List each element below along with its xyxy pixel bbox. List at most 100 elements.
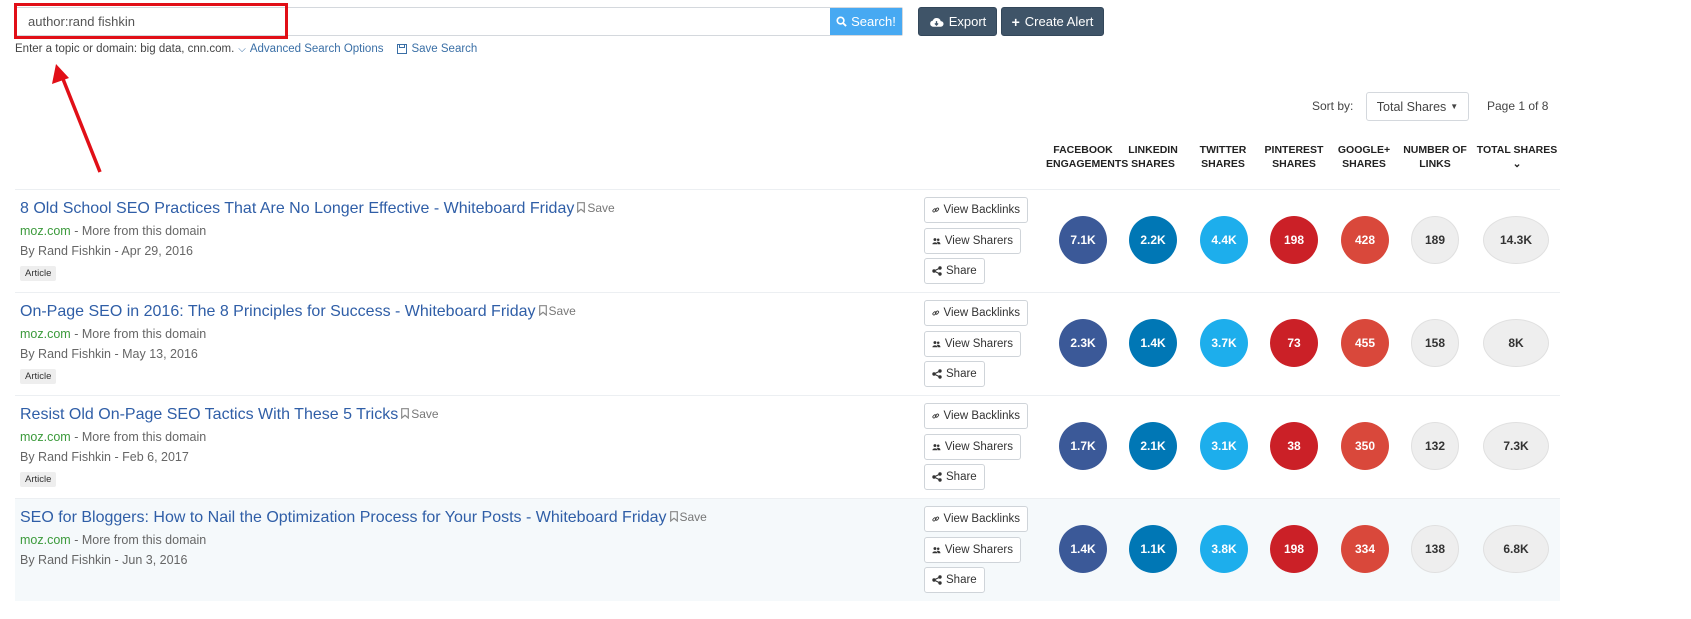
view-backlinks-button-label: View Backlinks xyxy=(943,513,1021,525)
domain-line: moz.com - More from this domain xyxy=(20,224,206,238)
view-sharers-button[interactable]: View Sharers xyxy=(924,331,1021,357)
domain-link[interactable]: moz.com xyxy=(20,430,71,444)
search-button-label: Search! xyxy=(851,14,896,29)
view-sharers-button-label: View Sharers xyxy=(944,235,1013,247)
advanced-search-link[interactable]: Advanced Search Options xyxy=(250,43,384,55)
share-icon xyxy=(932,575,942,585)
total-count: 6.8K xyxy=(1483,525,1549,573)
save-label: Save xyxy=(548,303,576,318)
users-icon xyxy=(932,444,941,451)
view-sharers-button[interactable]: View Sharers xyxy=(924,434,1021,460)
result-title-line: Resist Old On-Page SEO Tactics With Thes… xyxy=(20,406,439,424)
view-sharers-button[interactable]: View Sharers xyxy=(924,537,1021,563)
save-icon xyxy=(397,44,408,54)
domain-line: moz.com - More from this domain xyxy=(20,533,206,547)
save-label: Save xyxy=(679,509,707,524)
col-google-l1: Google+ xyxy=(1337,144,1391,156)
sort-selected: Total Shares xyxy=(1376,99,1447,114)
share-icon xyxy=(932,266,942,276)
col-linkedin-l1: Linkedin xyxy=(1128,144,1178,156)
result-row: 8 Old School SEO Practices That Are No L… xyxy=(15,189,1560,292)
col-links-l2: Links xyxy=(1419,158,1451,170)
chevron-down-icon: ⌄ xyxy=(1512,158,1522,170)
facebook-count: 7.1K xyxy=(1059,216,1107,264)
content-type-badge: Article xyxy=(20,472,57,487)
twitter-count: 3.8K xyxy=(1200,525,1248,573)
twitter-count: 3.7K xyxy=(1200,319,1248,367)
export-label: Export xyxy=(948,14,987,29)
save-article-button[interactable]: Save xyxy=(577,201,615,215)
domain-link[interactable]: moz.com xyxy=(20,224,71,238)
col-google[interactable]: Google+ Shares xyxy=(1326,143,1402,171)
share-button-label: Share xyxy=(946,368,977,380)
share-button[interactable]: Share xyxy=(924,567,985,593)
share-button-label: Share xyxy=(946,265,977,277)
result-title-line: 8 Old School SEO Practices That Are No L… xyxy=(20,200,615,218)
more-from-domain-link[interactable]: - More from this domain xyxy=(74,430,206,444)
col-facebook[interactable]: Facebook Engagements xyxy=(1046,143,1128,171)
facebook-count: 2.3K xyxy=(1059,319,1107,367)
col-google-l2: Shares xyxy=(1342,158,1386,170)
view-backlinks-button[interactable]: View Backlinks xyxy=(924,403,1028,429)
view-sharers-button[interactable]: View Sharers xyxy=(924,228,1021,254)
col-total[interactable]: Total Shares ⌄ xyxy=(1473,143,1561,171)
save-article-button[interactable]: Save xyxy=(401,406,439,421)
total-count: 14.3K xyxy=(1483,216,1549,264)
col-twitter-l1: Twitter xyxy=(1199,144,1247,156)
result-title-link[interactable]: On-Page SEO in 2016: The 8 Principles fo… xyxy=(20,303,536,321)
result-title-link[interactable]: Resist Old On-Page SEO Tactics With Thes… xyxy=(20,406,398,424)
search-hint-text: Enter a topic or domain: big data, cnn.c… xyxy=(15,43,235,55)
pinterest-count: 198 xyxy=(1270,525,1318,573)
domain-line: moz.com - More from this domain xyxy=(20,327,206,341)
result-row: On-Page SEO in 2016: The 8 Principles fo… xyxy=(15,292,1560,395)
domain-link[interactable]: moz.com xyxy=(20,533,71,547)
bookmark-icon xyxy=(538,305,547,316)
col-pinterest[interactable]: Pinterest Shares xyxy=(1256,143,1332,171)
domain-link[interactable]: moz.com xyxy=(20,327,71,341)
col-links[interactable]: Number of Links xyxy=(1397,143,1473,171)
linkedin-count: 2.2K xyxy=(1129,216,1177,264)
links-count: 189 xyxy=(1411,216,1459,264)
result-row: Resist Old On-Page SEO Tactics With Thes… xyxy=(15,395,1560,498)
more-from-domain-link[interactable]: - More from this domain xyxy=(74,224,206,238)
share-button[interactable]: Share xyxy=(924,361,985,387)
sort-select[interactable]: Total Shares ▼ xyxy=(1366,92,1469,121)
view-sharers-button-label: View Sharers xyxy=(944,338,1013,350)
export-button[interactable]: Export xyxy=(918,7,997,36)
share-button[interactable]: Share xyxy=(924,258,985,284)
link-icon xyxy=(932,516,940,522)
result-title-link[interactable]: SEO for Bloggers: How to Nail the Optimi… xyxy=(20,509,667,527)
col-facebook-l1: Facebook xyxy=(1053,144,1113,156)
link-icon xyxy=(932,207,940,213)
col-links-l1: Number of xyxy=(1403,144,1467,156)
col-twitter[interactable]: Twitter Shares xyxy=(1185,143,1261,171)
save-label: Save xyxy=(411,406,439,421)
col-linkedin-l2: Shares xyxy=(1131,158,1175,170)
search-input[interactable] xyxy=(16,8,830,35)
result-title-link[interactable]: 8 Old School SEO Practices That Are No L… xyxy=(20,200,574,218)
chevron-down-icon: ⌵ xyxy=(238,43,246,55)
linkedin-count: 1.1K xyxy=(1129,525,1177,573)
google-count: 428 xyxy=(1341,216,1389,264)
save-article-button[interactable]: Save xyxy=(538,303,576,318)
content-type-badge: Article xyxy=(20,266,57,281)
view-backlinks-button[interactable]: View Backlinks xyxy=(924,197,1028,223)
bookmark-icon xyxy=(577,202,586,213)
page-info: Page 1 of 8 xyxy=(1487,99,1549,113)
view-backlinks-button[interactable]: View Backlinks xyxy=(924,300,1028,326)
view-backlinks-button[interactable]: View Backlinks xyxy=(924,506,1028,532)
create-alert-button[interactable]: + Create Alert xyxy=(1001,7,1104,36)
save-search-link[interactable]: Save Search xyxy=(411,43,477,55)
view-sharers-button-label: View Sharers xyxy=(944,441,1013,453)
more-from-domain-link[interactable]: - More from this domain xyxy=(74,327,206,341)
links-count: 138 xyxy=(1411,525,1459,573)
share-button[interactable]: Share xyxy=(924,464,985,490)
users-icon xyxy=(932,238,941,245)
col-linkedin[interactable]: Linkedin Shares xyxy=(1115,143,1191,171)
search-button[interactable]: Search! xyxy=(830,8,902,35)
col-total-l1: Total Shares xyxy=(1476,144,1558,156)
more-from-domain-link[interactable]: - More from this domain xyxy=(74,533,206,547)
save-article-button[interactable]: Save xyxy=(669,509,707,524)
google-count: 334 xyxy=(1341,525,1389,573)
col-twitter-l2: Shares xyxy=(1201,158,1245,170)
